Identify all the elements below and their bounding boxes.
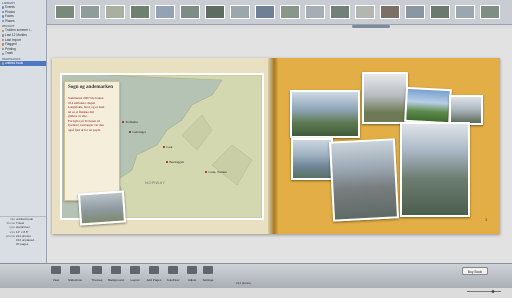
book-icon xyxy=(1,62,4,65)
filmstrip-thumb[interactable] xyxy=(205,5,225,19)
buy-book-button[interactable]: Buy Book xyxy=(462,267,488,275)
background-button[interactable]: Background xyxy=(107,263,125,287)
filmstrip-thumb[interactable] xyxy=(130,5,150,19)
filmstrip-thumb[interactable] xyxy=(180,5,200,19)
add-pages-button[interactable]: Add Pages xyxy=(145,263,163,287)
add-pages-icon xyxy=(149,266,159,274)
filmstrip-thumb[interactable] xyxy=(305,5,325,19)
photo-frame[interactable] xyxy=(328,138,400,222)
calendar-icon xyxy=(1,34,4,37)
filmstrip-thumb[interactable] xyxy=(105,5,125,19)
filmstrip-thumb[interactable] xyxy=(280,5,300,19)
photo-frame[interactable] xyxy=(449,95,483,125)
settings-icon xyxy=(203,266,213,274)
map-location: Geiranger xyxy=(129,130,146,134)
photo-frame[interactable] xyxy=(404,86,452,125)
slideshow-icon xyxy=(70,266,80,274)
adjust-icon xyxy=(187,266,197,274)
slideshow-button[interactable]: Slideshow xyxy=(66,263,84,287)
event-icon xyxy=(1,29,4,32)
photo-frame[interactable] xyxy=(400,122,470,217)
filmstrip-thumb[interactable] xyxy=(255,5,275,19)
trash-icon xyxy=(1,52,4,55)
layout-icon xyxy=(130,266,140,274)
map-location: Gruu, Trøtten xyxy=(205,170,227,174)
view-button[interactable]: View xyxy=(47,263,65,287)
places-icon xyxy=(1,19,4,23)
map-location: Laar xyxy=(163,145,173,149)
zoom-slider-track xyxy=(467,290,501,293)
info-row: 20 pages xyxy=(16,242,29,247)
filmstrip-thumb[interactable] xyxy=(480,5,500,19)
photo-frame[interactable] xyxy=(290,90,360,138)
filmstrip-thumb[interactable] xyxy=(80,5,100,19)
filmstrip-thumb[interactable] xyxy=(330,5,350,19)
view-icon xyxy=(51,266,61,274)
layout-button[interactable]: Layout xyxy=(126,263,144,287)
autoflow-icon xyxy=(168,266,178,274)
sidebar-item-untitled-book[interactable]: untitled book xyxy=(0,60,46,66)
sidebar-item-places[interactable]: Places xyxy=(0,19,46,24)
printer-icon xyxy=(1,47,4,51)
text-box-title: Sogn og andemarken xyxy=(68,85,114,90)
themes-button[interactable]: Themes xyxy=(88,263,106,287)
sidebar-item-trash[interactable]: Trash xyxy=(0,51,46,56)
filmstrip-thumb[interactable] xyxy=(55,5,75,19)
country-label: NORWAY xyxy=(145,180,166,185)
map-location: Trolhøtta xyxy=(122,120,138,124)
events-icon xyxy=(1,6,4,9)
photo-count-status: 214 photos xyxy=(236,281,251,285)
autoflow-button[interactable]: AutoFlow xyxy=(164,263,182,287)
info-panel: titleuntitled book themeTravel typeHardc… xyxy=(0,216,46,264)
flag-icon xyxy=(1,43,4,46)
photo-frame[interactable] xyxy=(291,138,333,180)
book-spine xyxy=(268,58,278,234)
photo-frame[interactable] xyxy=(362,72,408,124)
filmstrip-thumb[interactable] xyxy=(455,5,475,19)
map-location: Berdaggen xyxy=(166,160,184,164)
filmstrip-thumb[interactable] xyxy=(430,5,450,19)
background-icon xyxy=(111,266,121,274)
page-text-box[interactable]: Sogn og andemarken Sommeren 2007 ble bok… xyxy=(64,81,120,201)
photo-frame[interactable] xyxy=(77,190,127,226)
filmstrip-thumb[interactable] xyxy=(155,5,175,19)
photos-icon xyxy=(1,10,4,14)
text-line: også fjed ut for en paydt. xyxy=(68,127,101,132)
filmstrip-thumb[interactable] xyxy=(355,5,375,19)
filmstrip-thumb[interactable] xyxy=(405,5,425,19)
filmstrip-thumb[interactable] xyxy=(380,5,400,19)
photo-filmstrip[interactable] xyxy=(47,0,512,25)
page-number: 3 xyxy=(485,217,488,222)
zoom-slider[interactable] xyxy=(465,280,505,293)
themes-icon xyxy=(92,266,102,274)
faces-icon xyxy=(1,15,4,18)
settings-button[interactable]: Settings xyxy=(199,263,217,287)
filmstrip-thumb[interactable] xyxy=(230,5,250,19)
import-icon xyxy=(1,38,4,42)
